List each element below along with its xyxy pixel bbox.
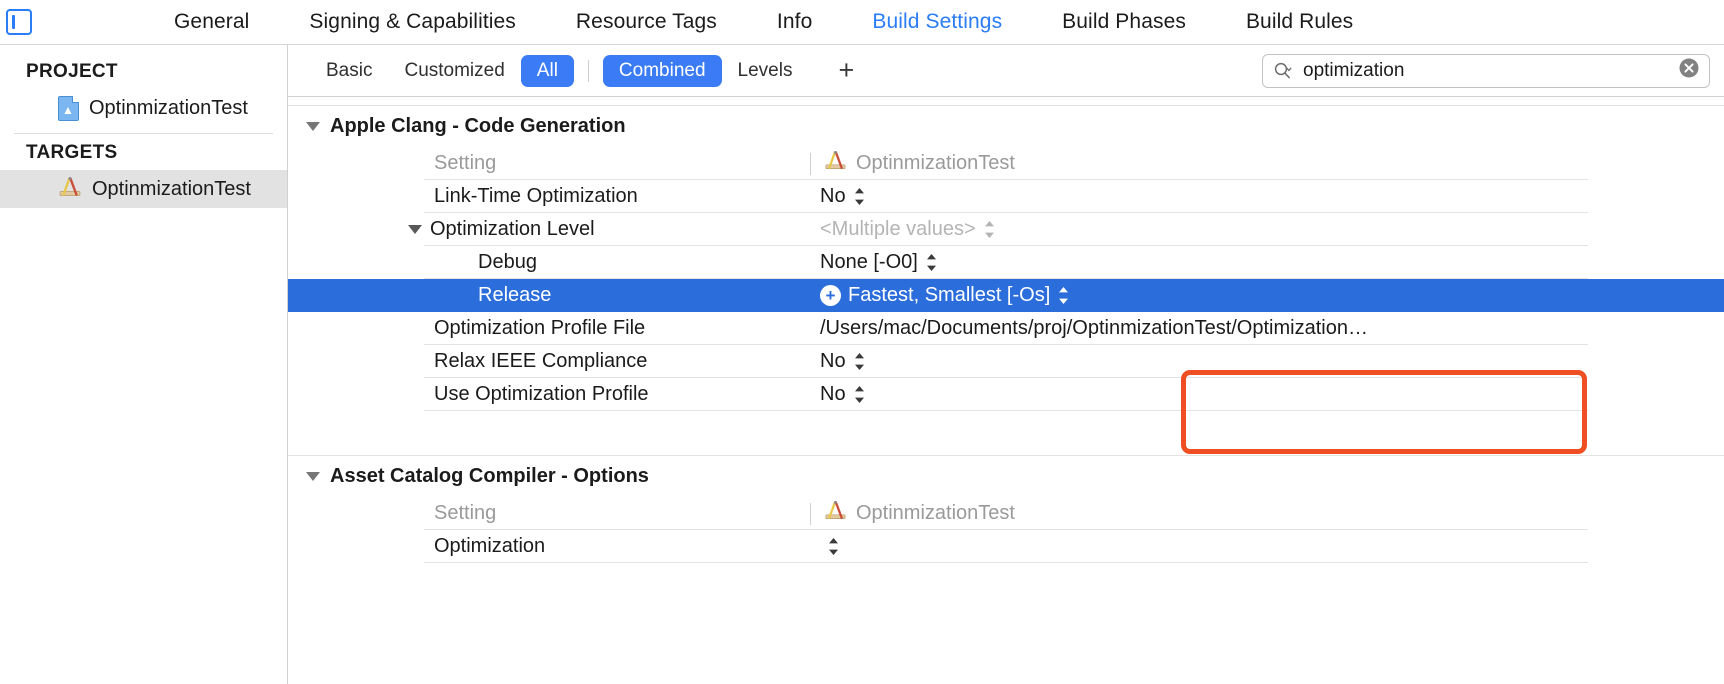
filter-levels[interactable]: Levels bbox=[722, 55, 809, 87]
column-header-target: OptinmizationTest bbox=[810, 149, 1724, 178]
column-header-row: Setting OptinmizationTest bbox=[288, 147, 1724, 180]
stepper-icon[interactable] bbox=[853, 385, 866, 404]
setting-value-cell[interactable] bbox=[810, 537, 1724, 556]
setting-value: Fastest, Smallest [-Os] bbox=[848, 284, 1051, 306]
column-divider bbox=[810, 152, 811, 175]
stepper-icon[interactable] bbox=[983, 220, 996, 239]
tab-resource-tags[interactable]: Resource Tags bbox=[546, 10, 747, 34]
stepper-icon[interactable] bbox=[1057, 286, 1070, 305]
tab-info[interactable]: Info bbox=[747, 10, 842, 34]
editor-body: PROJECT ▲ OptinmizationTest TARGETS Opti… bbox=[0, 45, 1724, 684]
sidebar-item-label: OptinmizationTest bbox=[89, 96, 248, 119]
column-header-target: OptinmizationTest bbox=[810, 499, 1724, 528]
setting-name: Optimization bbox=[434, 535, 546, 557]
build-settings-table[interactable]: Apple Clang - Code Generation Setting Op… bbox=[288, 97, 1724, 684]
column-divider bbox=[810, 502, 811, 525]
tab-build-settings[interactable]: Build Settings bbox=[842, 10, 1032, 34]
stepper-icon[interactable] bbox=[853, 187, 866, 206]
search-value[interactable]: optimization bbox=[1303, 60, 1669, 82]
setting-row-link-time-optimization[interactable]: Link-Time Optimization No bbox=[288, 180, 1724, 213]
editor-panel-icon-bar bbox=[12, 15, 15, 29]
section-header-apple-clang-code-generation[interactable]: Apple Clang - Code Generation bbox=[288, 105, 1724, 147]
add-value-plus-icon[interactable]: + bbox=[820, 285, 841, 306]
setting-value: No bbox=[820, 350, 846, 372]
setting-value-cell[interactable]: No bbox=[810, 185, 1724, 208]
setting-name: Release bbox=[478, 284, 552, 306]
sidebar-item-label: OptinmizationTest bbox=[92, 177, 251, 200]
target-compass-icon bbox=[58, 175, 82, 204]
sidebar-divider bbox=[14, 133, 273, 134]
setting-value: <Multiple values> bbox=[820, 218, 976, 240]
search-magnifier-icon[interactable] bbox=[1273, 61, 1294, 80]
setting-name-group: Optimization Level bbox=[288, 218, 810, 241]
disclosure-triangle-icon[interactable] bbox=[306, 472, 320, 481]
setting-name: Optimization Profile File bbox=[434, 317, 646, 339]
setting-value: /Users/mac/Documents/proj/OptinmizationT… bbox=[820, 317, 1368, 339]
target-compass-icon bbox=[824, 149, 847, 178]
setting-value-cell[interactable]: None [-O0] bbox=[810, 251, 1724, 274]
clear-circle-x-icon[interactable] bbox=[1678, 57, 1700, 84]
tab-general[interactable]: General bbox=[144, 10, 279, 34]
setting-value: No bbox=[820, 185, 846, 207]
sidebar-item-project-optinmizationtest[interactable]: ▲ OptinmizationTest bbox=[0, 89, 287, 127]
stepper-icon[interactable] bbox=[827, 537, 840, 556]
setting-value-cell[interactable]: No bbox=[810, 350, 1724, 373]
setting-row-optimization-level[interactable]: Optimization Level <Multiple values> bbox=[288, 213, 1724, 246]
filter-basic[interactable]: Basic bbox=[310, 55, 388, 87]
setting-name: Relax IEEE Compliance bbox=[434, 350, 648, 372]
stepper-icon[interactable] bbox=[925, 253, 938, 272]
setting-row-debug[interactable]: Debug None [-O0] bbox=[288, 246, 1724, 279]
section-title: Asset Catalog Compiler - Options bbox=[330, 465, 649, 487]
search-input[interactable]: optimization bbox=[1262, 53, 1710, 88]
search-container: optimization bbox=[1262, 53, 1710, 88]
section-header-asset-catalog-compiler-options[interactable]: Asset Catalog Compiler - Options bbox=[288, 455, 1724, 497]
project-document-icon: ▲ bbox=[58, 95, 79, 121]
setting-name: Use Optimization Profile bbox=[434, 383, 649, 405]
tab-build-phases[interactable]: Build Phases bbox=[1032, 10, 1216, 34]
row-underline bbox=[424, 562, 1588, 563]
column-header-target-label: OptinmizationTest bbox=[856, 152, 1015, 174]
disclosure-triangle-icon[interactable] bbox=[306, 122, 320, 131]
editor-panel-icon[interactable] bbox=[6, 9, 32, 35]
setting-row-optimization[interactable]: Optimization bbox=[288, 530, 1724, 563]
setting-value-cell[interactable]: /Users/mac/Documents/proj/OptinmizationT… bbox=[810, 317, 1724, 340]
row-underline bbox=[424, 410, 1588, 411]
build-settings-pane: Basic Customized All Combined Levels + o… bbox=[288, 45, 1724, 684]
editor-tab-bar: General Signing & Capabilities Resource … bbox=[0, 0, 1724, 45]
setting-value: None [-O0] bbox=[820, 251, 918, 273]
add-setting-button[interactable]: + bbox=[824, 57, 868, 84]
tab-signing-capabilities[interactable]: Signing & Capabilities bbox=[279, 10, 546, 34]
project-targets-sidebar: PROJECT ▲ OptinmizationTest TARGETS Opti… bbox=[0, 45, 288, 684]
setting-row-release[interactable]: Release + Fastest, Smallest [-Os] bbox=[288, 279, 1724, 312]
sidebar-section-targets: TARGETS bbox=[26, 142, 118, 163]
column-header-target-label: OptinmizationTest bbox=[856, 502, 1015, 524]
column-header-setting: Setting bbox=[434, 152, 497, 174]
filter-combined[interactable]: Combined bbox=[602, 54, 722, 87]
setting-name: Link-Time Optimization bbox=[434, 185, 638, 207]
setting-value-cell[interactable]: No bbox=[810, 383, 1724, 406]
filter-all[interactable]: All bbox=[520, 54, 574, 87]
target-compass-icon bbox=[824, 499, 847, 528]
filter-divider bbox=[587, 59, 589, 82]
tab-build-rules[interactable]: Build Rules bbox=[1216, 10, 1383, 34]
setting-row-optimization-profile-file[interactable]: Optimization Profile File /Users/mac/Doc… bbox=[288, 312, 1724, 345]
stepper-icon[interactable] bbox=[853, 352, 866, 371]
setting-row-use-optimization-profile[interactable]: Use Optimization Profile No bbox=[288, 378, 1724, 411]
build-settings-filter-bar: Basic Customized All Combined Levels + o… bbox=[288, 45, 1724, 97]
setting-name: Debug bbox=[478, 251, 537, 273]
setting-value: No bbox=[820, 383, 846, 405]
setting-row-relax-ieee-compliance[interactable]: Relax IEEE Compliance No bbox=[288, 345, 1724, 378]
tab-list: General Signing & Capabilities Resource … bbox=[144, 10, 1383, 34]
setting-value-cell[interactable]: + Fastest, Smallest [-Os] bbox=[810, 284, 1724, 307]
column-header-setting: Setting bbox=[434, 502, 497, 524]
sidebar-item-target-optinmizationtest[interactable]: OptinmizationTest bbox=[0, 170, 287, 208]
sidebar-section-project: PROJECT bbox=[26, 61, 118, 82]
filter-customized[interactable]: Customized bbox=[388, 55, 520, 87]
disclosure-triangle-icon[interactable] bbox=[408, 225, 422, 234]
setting-value-cell[interactable]: <Multiple values> bbox=[810, 218, 1724, 241]
section-title: Apple Clang - Code Generation bbox=[330, 115, 626, 137]
setting-name: Optimization Level bbox=[430, 218, 595, 240]
column-header-row: Setting OptinmizationTest bbox=[288, 497, 1724, 530]
